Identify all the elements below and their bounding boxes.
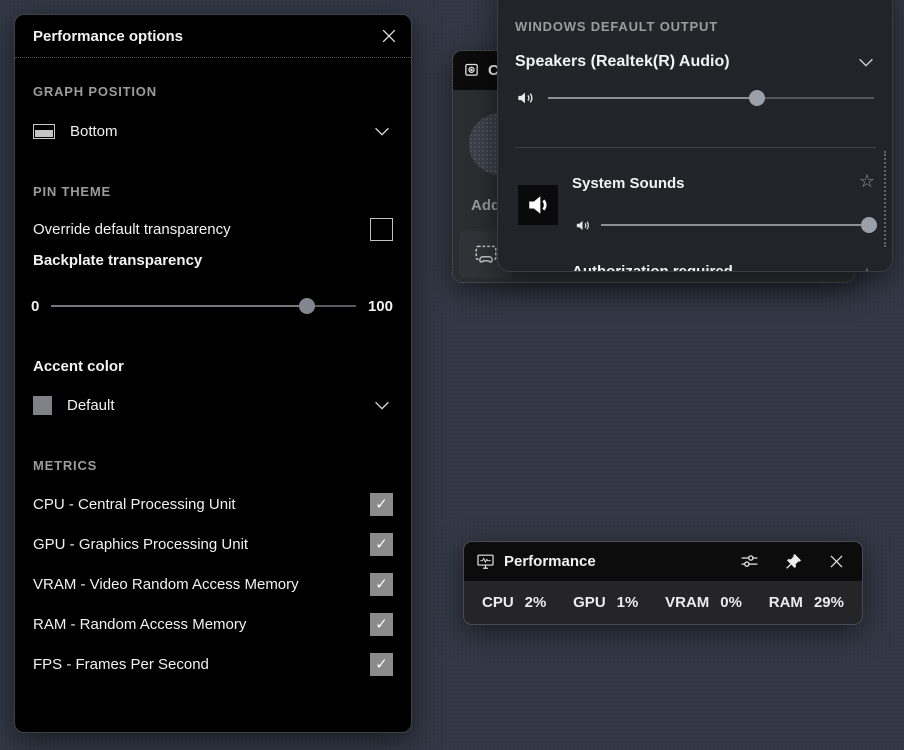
stat-ram: RAM 29% <box>769 594 844 611</box>
metric-gpu-checkbox[interactable]: ✓ <box>370 533 393 556</box>
chevron-down-icon <box>855 51 877 73</box>
metric-cpu-checkbox[interactable]: ✓ <box>370 493 393 516</box>
chevron-down-icon <box>371 120 393 142</box>
metrics-header: METRICS <box>33 458 97 473</box>
slider-fill <box>601 224 869 226</box>
output-device-dropdown[interactable]: Speakers (Realtek(R) Audio) <box>515 49 877 75</box>
chevron-down-icon <box>371 394 393 416</box>
slider-fill <box>548 97 757 99</box>
system-sounds-volume-row <box>574 216 869 234</box>
stat-value: 2% <box>525 594 547 611</box>
divider <box>515 147 876 148</box>
backplate-transparency-slider-row: 0 100 <box>31 296 393 316</box>
performance-widget: Performance CPU <box>463 541 863 625</box>
metric-label: GPU - Graphics Processing Unit <box>33 536 248 553</box>
accent-color-label: Accent color <box>33 358 124 375</box>
graph-bottom-icon <box>33 124 55 139</box>
master-volume-row <box>515 88 874 108</box>
slider-handle[interactable] <box>299 298 315 314</box>
speaker-icon <box>515 88 535 108</box>
metric-label: RAM - Random Access Memory <box>33 616 246 633</box>
override-transparency-label: Override default transparency <box>33 221 231 238</box>
star-icon[interactable]: ☆ <box>859 173 875 191</box>
check-icon: ✓ <box>375 615 388 633</box>
metric-ram-checkbox[interactable]: ✓ <box>370 613 393 636</box>
backplate-transparency-label: Backplate transparency <box>33 252 202 269</box>
performance-options-titlebar: Performance options <box>15 15 411 58</box>
metric-row-ram: RAM - Random Access Memory ✓ <box>33 611 393 637</box>
stat-value: 1% <box>617 594 639 611</box>
metric-row-cpu: CPU - Central Processing Unit ✓ <box>33 491 393 517</box>
pin-theme-header: PIN THEME <box>33 184 111 199</box>
stat-cpu: CPU 2% <box>482 594 546 611</box>
webcam-icon <box>463 62 480 79</box>
check-icon: ✓ <box>375 535 388 553</box>
metric-row-vram: VRAM - Video Random Access Memory ✓ <box>33 571 393 597</box>
metric-label: FPS - Frames Per Second <box>33 656 209 673</box>
override-transparency-row: Override default transparency ✓ <box>33 216 393 242</box>
stat-vram: VRAM 0% <box>665 594 742 611</box>
stat-label: VRAM <box>665 594 709 611</box>
performance-options-icon[interactable] <box>739 551 760 572</box>
metric-fps-checkbox[interactable]: ✓ <box>370 653 393 676</box>
metric-label: VRAM - Video Random Access Memory <box>33 576 299 593</box>
close-icon[interactable] <box>827 552 846 571</box>
metric-vram-checkbox[interactable]: ✓ <box>370 573 393 596</box>
system-sounds-volume-slider[interactable] <box>601 217 869 233</box>
metric-label: CPU - Central Processing Unit <box>33 496 236 513</box>
override-transparency-checkbox[interactable]: ✓ <box>370 218 393 241</box>
check-icon: ✓ <box>375 495 388 513</box>
accent-color-dropdown[interactable]: Default <box>33 392 393 418</box>
stat-gpu: GPU 1% <box>573 594 638 611</box>
graph-position-header: GRAPH POSITION <box>33 84 157 99</box>
system-sounds-tile[interactable] <box>518 185 558 225</box>
stat-value: 0% <box>720 594 742 611</box>
check-icon: ✓ <box>375 575 388 593</box>
performance-monitor-icon <box>476 552 495 571</box>
graph-position-dropdown[interactable]: Bottom <box>33 118 393 144</box>
performance-widget-titlebar: Performance <box>464 542 862 581</box>
screen-gamepad-icon <box>473 242 499 268</box>
slider-handle[interactable] <box>749 90 765 106</box>
close-icon[interactable] <box>379 26 399 46</box>
accent-color-value: Default <box>67 397 115 414</box>
stat-label: GPU <box>573 594 606 611</box>
speaker-filled-icon <box>524 191 552 219</box>
slider-fill <box>51 305 307 307</box>
accent-color-swatch <box>33 396 52 415</box>
star-icon[interactable]: ☆ <box>859 267 875 272</box>
slider-handle[interactable] <box>861 217 877 233</box>
windows-default-output-header: WINDOWS DEFAULT OUTPUT <box>515 19 718 34</box>
performance-widget-title: Performance <box>504 553 596 570</box>
performance-stats-row: CPU 2% GPU 1% VRAM 0% RAM 29% <box>464 581 862 624</box>
stat-label: RAM <box>769 594 803 611</box>
scrollbar[interactable] <box>884 151 886 247</box>
slider-min-label: 0 <box>31 298 39 315</box>
pin-icon[interactable] <box>784 552 803 571</box>
system-sounds-label: System Sounds <box>572 175 685 192</box>
output-device-name: Speakers (Realtek(R) Audio) <box>515 53 730 71</box>
slider-max-label: 100 <box>368 298 393 315</box>
metric-row-gpu: GPU - Graphics Processing Unit ✓ <box>33 531 393 557</box>
performance-options-panel: Performance options GRAPH POSITION Botto… <box>14 14 412 733</box>
check-icon: ✓ <box>375 655 388 673</box>
audio-flyout: WINDOWS DEFAULT OUTPUT Speakers (Realtek… <box>497 0 893 272</box>
capture-add-label: Add <box>471 197 500 214</box>
stat-value: 29% <box>814 594 844 611</box>
graph-position-value: Bottom <box>70 123 118 140</box>
panel-title: Performance options <box>33 28 183 45</box>
master-volume-slider[interactable] <box>548 90 874 106</box>
authorization-required-label: Authorization required <box>572 263 733 272</box>
metric-row-fps: FPS - Frames Per Second ✓ <box>33 651 393 677</box>
game-bar-overlay: C Add WINDOWS DEFAULT OUTPUT Speakers (R… <box>0 0 904 750</box>
speaker-small-icon <box>574 217 591 234</box>
backplate-transparency-slider[interactable] <box>51 298 356 314</box>
stat-label: CPU <box>482 594 514 611</box>
